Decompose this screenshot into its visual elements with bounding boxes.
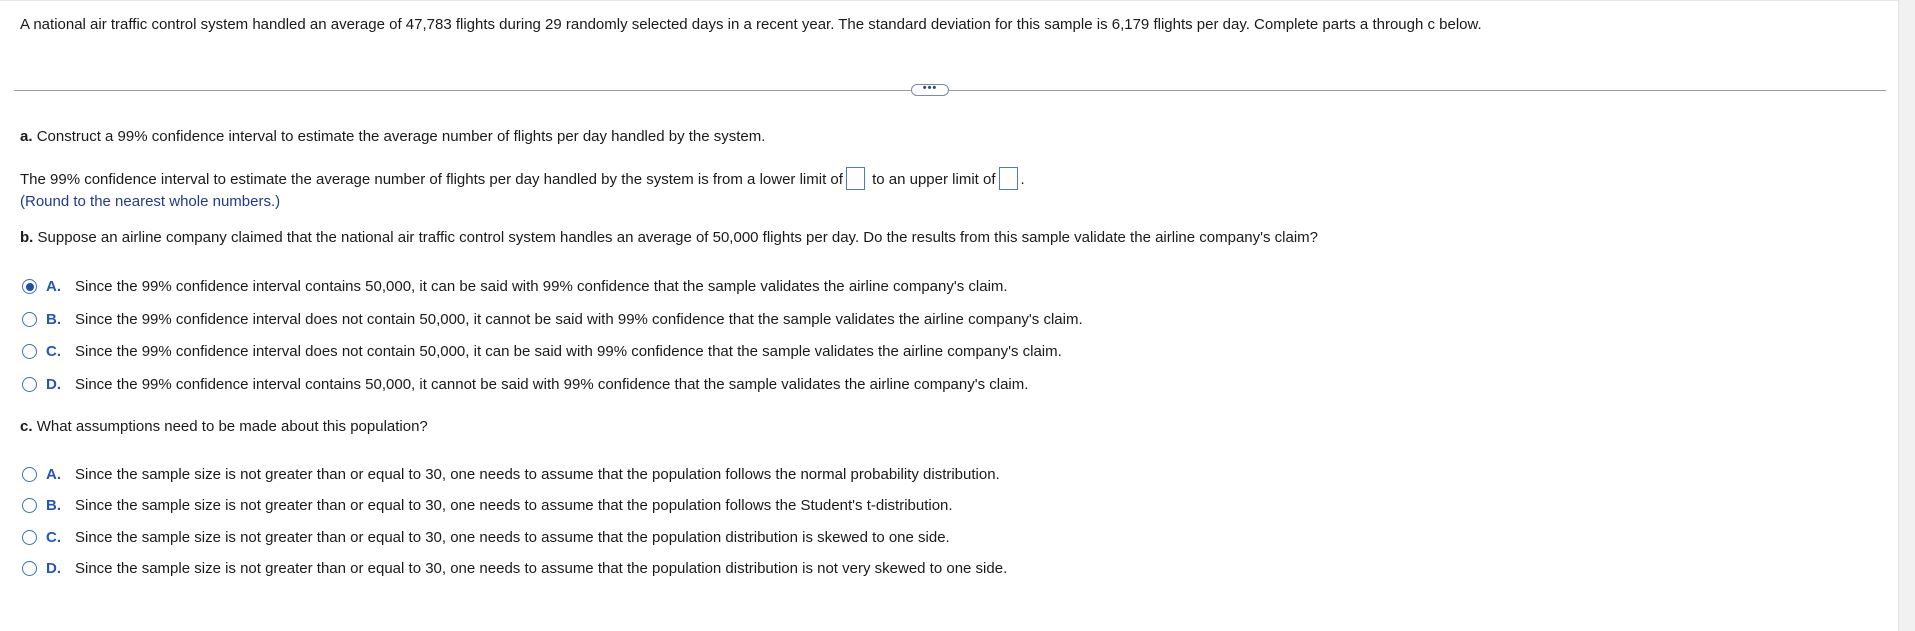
part-c-option-a[interactable]: A. Since the sample size is not greater … <box>22 465 1000 484</box>
top-border <box>0 0 1915 1</box>
answer-prefix: The 99% confidence interval to estimate … <box>20 171 843 188</box>
part-c-label: c. <box>20 418 33 435</box>
option-letter: A. <box>46 466 61 483</box>
option-text: Since the sample size is not greater tha… <box>75 560 1008 577</box>
part-b-option-d[interactable]: D. Since the 99% confidence interval con… <box>22 375 1028 394</box>
lower-limit-input[interactable] <box>845 167 865 190</box>
option-letter: C. <box>46 529 61 546</box>
part-a-question-text: Construct a 99% confidence interval to e… <box>36 128 766 145</box>
part-c-option-b[interactable]: B. Since the sample size is not greater … <box>22 496 953 515</box>
option-text: Since the sample size is not greater tha… <box>75 529 950 546</box>
part-b-option-c[interactable]: C. Since the 99% confidence interval doe… <box>22 342 1062 361</box>
radio-icon[interactable] <box>22 344 37 359</box>
part-c-option-c[interactable]: C. Since the sample size is not greater … <box>22 528 950 547</box>
part-b-option-a[interactable]: A. Since the 99% confidence interval con… <box>22 277 1008 296</box>
part-c-question-text: What assumptions need to be made about t… <box>36 418 428 435</box>
option-text: Since the 99% confidence interval does n… <box>75 343 1062 360</box>
radio-icon[interactable] <box>22 561 37 576</box>
part-b-question: b. Suppose an airline company claimed th… <box>20 228 1318 247</box>
vertical-scrollbar[interactable] <box>1898 0 1915 631</box>
option-text: Since the sample size is not greater tha… <box>75 497 953 514</box>
section-divider: ••• <box>14 82 1886 98</box>
part-c-question: c. What assumptions need to be made abou… <box>20 417 428 436</box>
radio-icon[interactable] <box>22 467 37 482</box>
option-text: Since the 99% confidence interval contai… <box>75 278 1008 295</box>
option-letter: D. <box>46 560 61 577</box>
part-b-question-text: Suppose an airline company claimed that … <box>37 229 1319 246</box>
part-a-answer-line: The 99% confidence interval to estimate … <box>20 167 1025 190</box>
radio-icon[interactable] <box>22 312 37 327</box>
radio-selected-icon[interactable] <box>22 279 37 294</box>
part-a-label: a. <box>20 128 33 145</box>
option-letter: B. <box>46 497 61 514</box>
rounding-hint: (Round to the nearest whole numbers.) <box>20 193 281 210</box>
option-text: Since the sample size is not greater tha… <box>75 466 1000 483</box>
option-letter: A. <box>46 278 61 295</box>
problem-statement: A national air traffic control system ha… <box>20 16 1482 33</box>
ellipsis-icon: ••• <box>922 82 938 94</box>
radio-icon[interactable] <box>22 498 37 513</box>
answer-suffix: . <box>1020 171 1025 188</box>
answer-middle: to an upper limit of <box>872 171 996 188</box>
option-letter: C. <box>46 343 61 360</box>
option-text: Since the 99% confidence interval does n… <box>75 311 1083 328</box>
option-text: Since the 99% confidence interval contai… <box>75 376 1029 393</box>
option-letter: B. <box>46 311 61 328</box>
part-b-label: b. <box>20 229 34 246</box>
part-c-option-d[interactable]: D. Since the sample size is not greater … <box>22 559 1007 578</box>
part-b-option-b[interactable]: B. Since the 99% confidence interval doe… <box>22 310 1083 329</box>
radio-icon[interactable] <box>22 530 37 545</box>
part-a-question: a. Construct a 99% confidence interval t… <box>20 127 765 146</box>
divider-line <box>14 90 1886 91</box>
option-letter: D. <box>46 376 61 393</box>
upper-limit-input[interactable] <box>998 167 1018 190</box>
radio-icon[interactable] <box>22 377 37 392</box>
expand-more-button[interactable]: ••• <box>911 82 949 96</box>
